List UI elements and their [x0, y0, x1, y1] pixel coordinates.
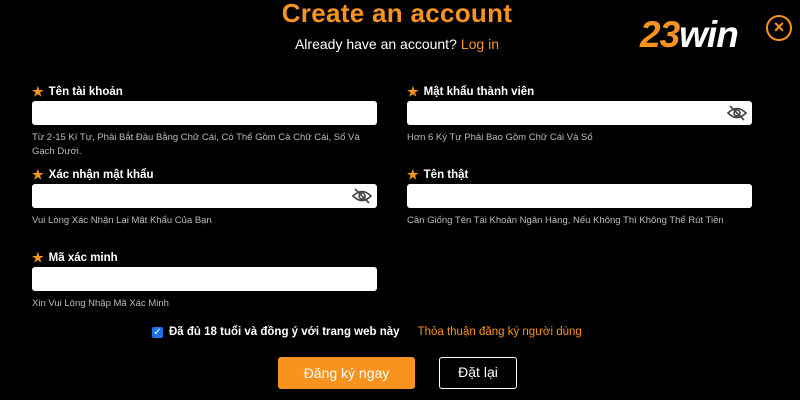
password-input[interactable]: [407, 101, 752, 125]
username-label-row: ★ Tên tài khoản: [32, 84, 377, 100]
verification-code-hint: Xin Vui Lòng Nhập Mã Xác Minh: [32, 298, 169, 309]
real-name-hint: Cần Giống Tên Tài Khoản Ngân Hàng, Nếu K…: [407, 215, 724, 226]
verification-code-input[interactable]: [32, 267, 377, 291]
logo-digits: 23: [640, 14, 680, 55]
already-have-account-text: Already have an account?: [294, 36, 457, 52]
password-label-row: ★ Mật khẩu thành viên: [407, 84, 752, 100]
confirm-password-label-row: ★ Xác nhận mật khẩu: [32, 167, 377, 183]
agreement-text: Đã đủ 18 tuổi và đồng ý với trang web nà…: [169, 326, 400, 338]
confirm-password-hint: Vui Lòng Xác Nhận Lại Mật Khẩu Của Bạn: [32, 215, 212, 226]
confirm-password-field-group: ★ Xác nhận mật khẩu Vui Lòng Xác Nhận Lạ…: [32, 167, 377, 228]
required-star-icon: ★: [32, 250, 44, 265]
verification-code-label: Mã xác minh: [48, 252, 118, 264]
agreement-checkbox[interactable]: ✓: [152, 326, 163, 338]
close-icon[interactable]: ×: [766, 15, 792, 41]
verification-code-label-row: ★ Mã xác minh: [32, 250, 377, 266]
real-name-label-row: ★ Tên thật: [407, 167, 752, 183]
required-star-icon: ★: [32, 84, 44, 99]
password-hint: Hơn 6 Ký Tự Phải Bao Gồm Chữ Cái Và Số: [407, 132, 593, 143]
real-name-label: Tên thật: [423, 169, 469, 181]
username-field-group: ★ Tên tài khoản Từ 2-15 Kí Tự, Phải Bắt …: [32, 84, 377, 159]
eye-hidden-icon[interactable]: [726, 103, 748, 123]
login-link[interactable]: Log in: [461, 36, 499, 52]
username-hint: Từ 2-15 Kí Tự, Phải Bắt Đầu Bằng Chữ Cái…: [32, 132, 360, 157]
logo-text: win: [679, 14, 739, 55]
confirm-password-input[interactable]: [32, 184, 377, 208]
reset-button[interactable]: Đặt lại: [439, 357, 517, 389]
required-star-icon: ★: [407, 167, 419, 182]
required-star-icon: ★: [407, 84, 419, 99]
verification-code-field-group: ★ Mã xác minh Xin Vui Lòng Nhập Mã Xác M…: [32, 250, 377, 311]
required-star-icon: ★: [32, 167, 44, 182]
password-field-group: ★ Mật khẩu thành viên Hơn 6 Ký Tự Phải B…: [407, 84, 752, 145]
brand-logo: 23win: [640, 14, 739, 56]
confirm-password-label: Xác nhận mật khẩu: [48, 169, 154, 181]
eye-hidden-icon[interactable]: [351, 186, 373, 206]
agreement-row: ✓ Đã đủ 18 tuổi và đồng ý với trang web …: [152, 326, 582, 338]
real-name-input[interactable]: [407, 184, 752, 208]
terms-link[interactable]: Thỏa thuận đăng ký người dùng: [418, 326, 582, 338]
register-button[interactable]: Đăng ký ngay: [278, 357, 415, 389]
username-label: Tên tài khoản: [48, 86, 123, 98]
password-label: Mật khẩu thành viên: [423, 86, 535, 98]
username-input[interactable]: [32, 101, 377, 125]
real-name-field-group: ★ Tên thật Cần Giống Tên Tài Khoản Ngân …: [407, 167, 752, 228]
